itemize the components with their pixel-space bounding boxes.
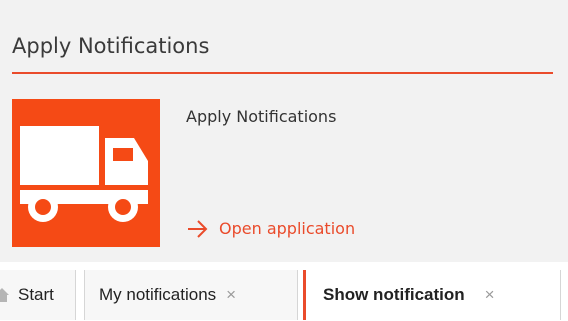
tab-show-notification[interactable]: Show notification × (303, 270, 561, 320)
app-tile[interactable] (12, 99, 160, 247)
tab-my-notifications-label: My notifications (99, 285, 217, 304)
open-application-link[interactable]: Open application (187, 219, 355, 238)
truck-icon (20, 126, 148, 222)
app-name: Apply Notifications (186, 107, 337, 126)
tab-bar: Start My notifications × Show notificati… (0, 270, 568, 321)
tab-my-notifications[interactable]: My notifications × (84, 270, 298, 320)
tab-start[interactable]: Start (0, 270, 76, 320)
page: Apply Notifications Apply Notifications (0, 0, 568, 321)
app-card: Apply Notifications Apply Notifications (0, 0, 568, 262)
open-application-label: Open application (219, 219, 356, 238)
card-title: Apply Notifications (12, 34, 210, 58)
close-icon[interactable]: × (226, 285, 236, 305)
home-icon (0, 288, 9, 302)
tab-show-notification-label: Show notification (323, 285, 465, 304)
title-divider (12, 72, 553, 74)
arrow-right-icon (188, 219, 208, 238)
close-icon[interactable]: × (485, 285, 495, 305)
tab-start-label: Start (18, 285, 54, 304)
